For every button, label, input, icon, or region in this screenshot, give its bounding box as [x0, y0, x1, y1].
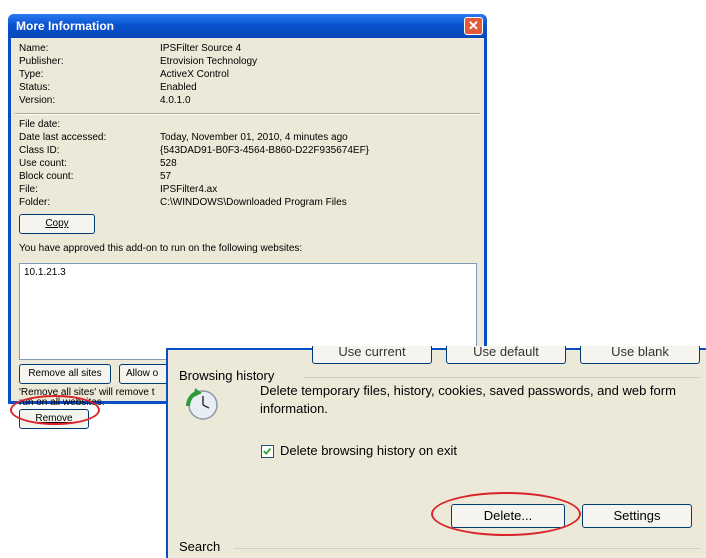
delete-on-exit-checkbox[interactable] [261, 445, 274, 458]
prop-label-name: Name: [19, 43, 49, 54]
prop-value-name: IPSFilter Source 4 [160, 43, 242, 54]
detail-value-folder: C:\WINDOWS\Downloaded Program Files [160, 197, 347, 208]
settings-button[interactable]: Settings [582, 504, 692, 528]
history-clock-icon [186, 388, 218, 420]
prop-label-version: Version: [19, 95, 56, 106]
separator [15, 113, 480, 115]
check-icon [263, 447, 272, 455]
prop-value-version: 4.0.1.0 [160, 95, 191, 106]
close-icon: ✕ [468, 18, 479, 33]
detail-label-folder: Folder: [19, 197, 51, 208]
use-current-button[interactable]: Use current [312, 346, 432, 364]
dialog-title: More Information [16, 19, 114, 33]
remove-all-sites-button[interactable]: Remove all sites [19, 364, 111, 384]
prop-label-publisher: Publisher: [19, 56, 64, 67]
prop-label-type: Type: [19, 69, 44, 80]
close-button[interactable]: ✕ [464, 17, 483, 35]
detail-value-class-id: {543DAD91-B0F3-4564-B860-D22F935674EF} [160, 145, 370, 156]
prop-value-status: Enabled [160, 82, 197, 93]
detail-label-file: File: [19, 184, 38, 195]
detail-label-class-id: Class ID: [19, 145, 60, 156]
detail-label-date-last-accessed: Date last accessed: [19, 132, 107, 143]
copy-button[interactable]: Copy [19, 214, 95, 234]
detail-value-use-count: 528 [160, 158, 177, 169]
detail-value-file: IPSFilter4.ax [160, 184, 218, 195]
search-heading: Search [179, 539, 221, 554]
detail-value-date-last-accessed: Today, November 01, 2010, 4 minutes ago [160, 132, 348, 143]
internet-options-panel: Use current Use default Use blank Browsi… [166, 346, 706, 558]
approved-sites-label: You have approved this add-on to run on … [19, 243, 303, 254]
group-divider [304, 377, 700, 378]
prop-value-publisher: Etrovision Technology [160, 56, 258, 67]
detail-label-block-count: Block count: [19, 171, 74, 182]
group-divider [234, 548, 700, 549]
browsing-history-heading: Browsing history [179, 368, 275, 383]
dialog-titlebar[interactable]: More Information ✕ [8, 14, 487, 38]
detail-label-file-date: File date: [19, 119, 61, 130]
highlight-oval-remove [10, 395, 100, 425]
delete-on-exit-label[interactable]: Delete browsing history on exit [280, 443, 457, 458]
highlight-oval-delete [431, 492, 581, 536]
detail-value-block-count: 57 [160, 171, 172, 182]
prop-label-status: Status: [19, 82, 51, 93]
prop-value-type: ActiveX Control [160, 69, 229, 80]
detail-label-use-count: Use count: [19, 158, 67, 169]
use-default-button[interactable]: Use default [446, 346, 566, 364]
list-item[interactable]: 10.1.21.3 [24, 267, 66, 278]
use-blank-button[interactable]: Use blank [580, 346, 700, 364]
browsing-history-description: Delete temporary files, history, cookies… [260, 383, 676, 416]
